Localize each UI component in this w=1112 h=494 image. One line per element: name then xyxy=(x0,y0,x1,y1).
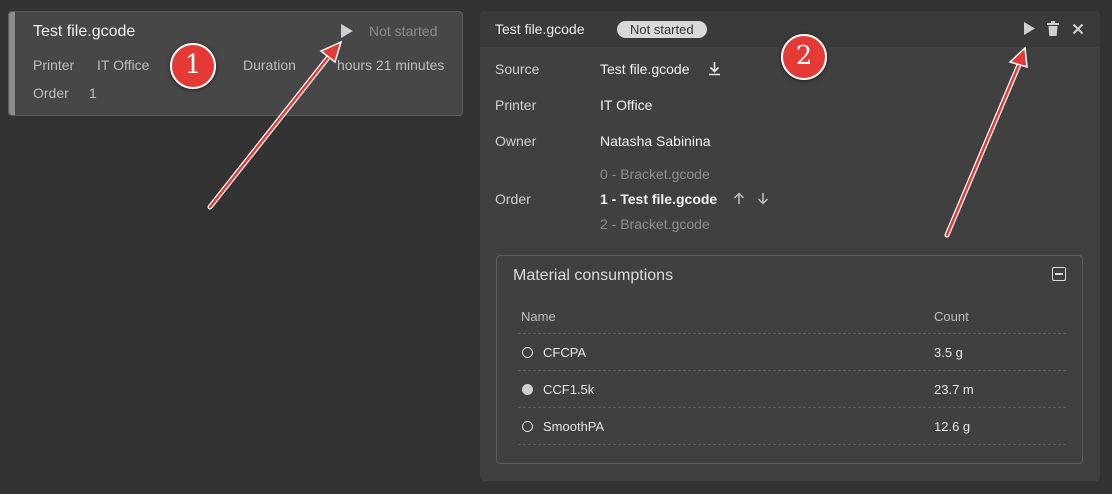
play-icon[interactable] xyxy=(340,23,354,39)
row-divider xyxy=(518,407,1066,408)
material-count: 23.7 m xyxy=(934,382,974,397)
table-row: CFCPA 3.5 g xyxy=(497,338,1082,368)
material-name: CFCPA xyxy=(543,345,587,360)
order-label: Order xyxy=(495,191,531,207)
owner-label: Owner xyxy=(495,133,537,149)
card-order-label: Order xyxy=(33,85,69,101)
order-item-current: 1 - Test file.gcode xyxy=(600,191,718,207)
order-item-next: 2 - Bracket.gcode xyxy=(600,216,710,232)
printer-value: IT Office xyxy=(600,97,653,113)
circle-outline-icon xyxy=(522,347,533,358)
job-card[interactable]: Test file.gcode Not started Printer IT O… xyxy=(8,11,463,116)
card-duration-value: hours 21 minutes xyxy=(337,57,445,73)
materials-title: Material consumptions xyxy=(513,267,674,284)
card-order-value: 1 xyxy=(89,85,97,101)
status-badge: Not started xyxy=(617,21,707,38)
material-name: CCF1.5k xyxy=(543,382,595,397)
material-name: SmoothPA xyxy=(543,419,605,434)
circle-outline-icon xyxy=(522,421,533,432)
card-title: Test file.gcode xyxy=(33,23,136,40)
card-accent-bar xyxy=(9,12,15,115)
row-divider xyxy=(518,370,1066,371)
table-row: CCF1.5k 23.7 m xyxy=(497,375,1082,405)
material-count: 3.5 g xyxy=(934,345,963,360)
source-label: Source xyxy=(495,61,540,77)
material-consumptions-section: Material consumptions Name Count CFCPA 3… xyxy=(496,255,1083,464)
column-header-count: Count xyxy=(934,309,969,324)
play-icon[interactable] xyxy=(1023,21,1036,36)
owner-value: Natasha Sabinina xyxy=(600,133,711,149)
column-header-name: Name xyxy=(521,309,556,324)
printer-label: Printer xyxy=(495,97,537,113)
material-count: 12.6 g xyxy=(934,419,971,434)
table-row: SmoothPA 12.6 g xyxy=(497,412,1082,442)
collapse-icon[interactable] xyxy=(1052,267,1066,281)
row-divider xyxy=(518,444,1066,445)
panel-title: Test file.gcode xyxy=(495,21,585,37)
trash-icon[interactable] xyxy=(1047,21,1059,39)
row-divider xyxy=(518,333,1066,334)
download-icon[interactable] xyxy=(708,61,721,79)
callout-badge-2: 2 xyxy=(781,34,827,80)
close-icon[interactable] xyxy=(1072,22,1084,38)
card-status: Not started xyxy=(369,23,438,39)
arrow-up-icon[interactable] xyxy=(733,192,745,208)
source-value[interactable]: Test file.gcode xyxy=(600,61,690,77)
job-detail-panel: Test file.gcode Not started Source Test … xyxy=(480,11,1100,481)
card-duration-label: Duration xyxy=(243,57,296,73)
order-item-previous: 0 - Bracket.gcode xyxy=(600,166,710,182)
card-printer-label: Printer xyxy=(33,57,75,73)
callout-badge-1: 1 xyxy=(170,43,216,89)
card-printer-value: IT Office xyxy=(97,57,150,73)
arrow-down-icon[interactable] xyxy=(757,192,769,208)
circle-filled-icon xyxy=(522,384,533,395)
